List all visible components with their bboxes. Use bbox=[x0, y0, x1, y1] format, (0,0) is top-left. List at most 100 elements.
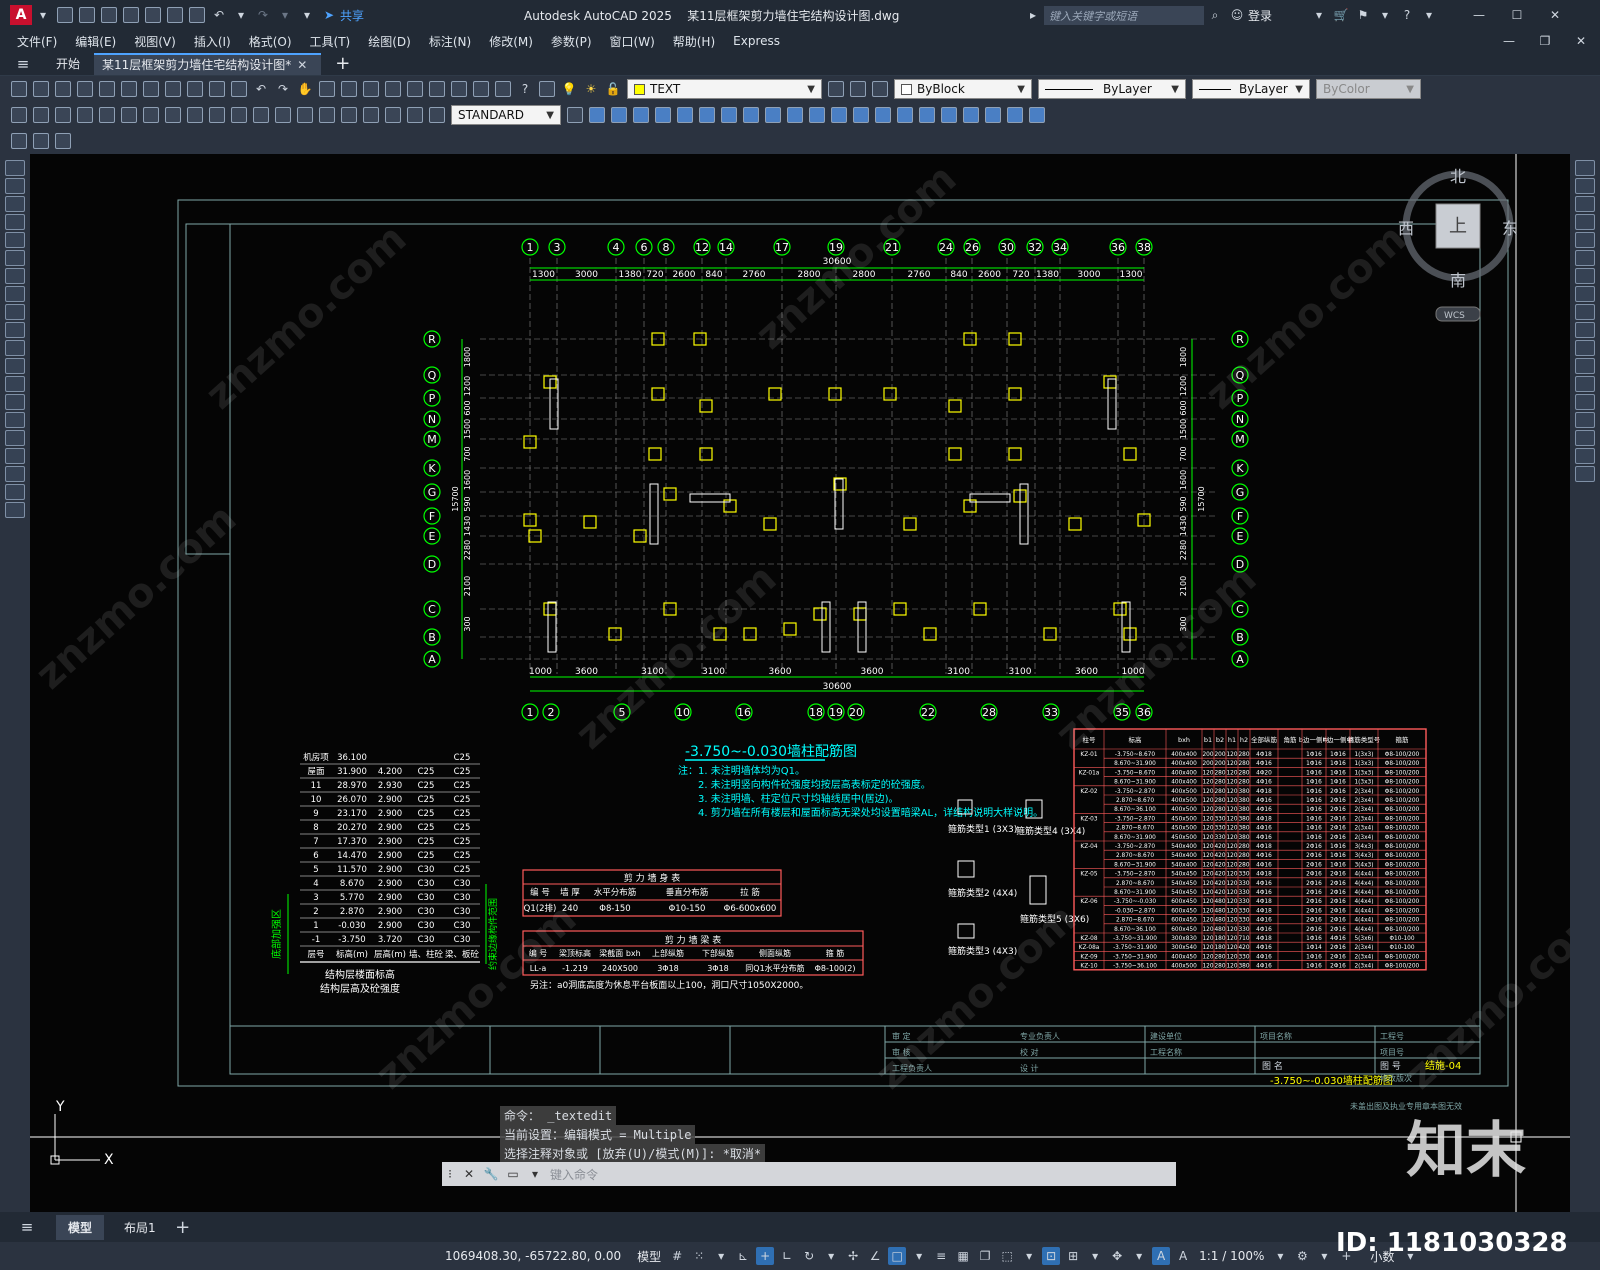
lineweight-control-dropdown[interactable]: ByLayer ▼ bbox=[1192, 79, 1310, 99]
autodesk-a360-icon[interactable]: ⚑ bbox=[1354, 6, 1372, 24]
offset-icon[interactable] bbox=[1575, 214, 1595, 230]
preview-icon[interactable] bbox=[99, 81, 115, 97]
lineweight-display-icon[interactable]: ≡ bbox=[932, 1247, 950, 1265]
copy-icon[interactable] bbox=[165, 81, 181, 97]
menu-insert[interactable]: 插入(I) bbox=[185, 33, 240, 50]
ellipse-arc-icon[interactable] bbox=[5, 340, 25, 356]
dimension-space-icon[interactable] bbox=[253, 107, 269, 123]
menu-express[interactable]: Express bbox=[724, 34, 789, 48]
open-web-icon[interactable] bbox=[145, 7, 161, 23]
search-expand-icon[interactable]: ▸ bbox=[1024, 6, 1042, 24]
infer-constraints-icon[interactable]: ⊾ bbox=[734, 1247, 752, 1265]
diameter-dimension-icon[interactable] bbox=[143, 107, 159, 123]
center-mark-icon[interactable] bbox=[319, 107, 335, 123]
block-insert-icon[interactable] bbox=[11, 133, 27, 149]
snap-dropdown-icon[interactable]: ▾ bbox=[712, 1247, 730, 1265]
color-control-dropdown[interactable]: ByBlock ▼ bbox=[894, 79, 1032, 99]
menu-file[interactable]: 文件(F) bbox=[8, 33, 66, 50]
selection-cycling-icon[interactable]: ❐ bbox=[976, 1247, 994, 1265]
dimension-break-icon[interactable] bbox=[275, 107, 291, 123]
new-icon[interactable] bbox=[57, 7, 73, 23]
stretch-icon[interactable] bbox=[1575, 304, 1595, 320]
mirror-icon[interactable] bbox=[1575, 196, 1595, 212]
table-icon[interactable] bbox=[5, 466, 25, 482]
circle-icon[interactable] bbox=[5, 268, 25, 284]
break-icon[interactable] bbox=[1575, 376, 1595, 392]
linetype-control-dropdown[interactable]: ByLayer ▼ bbox=[1038, 79, 1186, 99]
join-icon[interactable] bbox=[1575, 394, 1595, 410]
pan-icon[interactable]: ✋ bbox=[296, 80, 314, 98]
search-input[interactable]: 键入关键字或短语 bbox=[1044, 5, 1205, 25]
maximize-icon[interactable]: ☐ bbox=[1508, 6, 1526, 24]
layout-menu-icon[interactable]: ≡ bbox=[18, 1218, 36, 1236]
view-sw-iso-icon[interactable] bbox=[721, 107, 737, 123]
object-snap-dropdown-icon[interactable]: ▾ bbox=[910, 1247, 928, 1265]
dimension-edit-icon[interactable] bbox=[385, 107, 401, 123]
cart-icon[interactable]: 🛒 bbox=[1332, 6, 1350, 24]
selection-filter-dropdown-icon[interactable]: ▾ bbox=[1086, 1247, 1104, 1265]
zoom-previous-icon[interactable] bbox=[363, 81, 379, 97]
polyline-icon[interactable] bbox=[5, 196, 25, 212]
share-button[interactable]: 共享 bbox=[340, 7, 364, 24]
save-as-icon[interactable] bbox=[123, 7, 139, 23]
menu-format[interactable]: 格式(O) bbox=[240, 33, 301, 50]
revision-cloud-icon[interactable] bbox=[5, 286, 25, 302]
view-top-icon[interactable] bbox=[589, 107, 605, 123]
transparency-icon[interactable]: ▦ bbox=[954, 1247, 972, 1265]
fillet-icon[interactable] bbox=[1575, 430, 1595, 446]
qnew-icon[interactable] bbox=[11, 81, 27, 97]
jogged-linear-icon[interactable] bbox=[363, 107, 379, 123]
zoom-realtime-icon[interactable] bbox=[319, 81, 335, 97]
view-right-icon[interactable] bbox=[655, 107, 671, 123]
gradient-icon[interactable] bbox=[5, 430, 25, 446]
auto-scale-icon[interactable]: A bbox=[1174, 1247, 1192, 1265]
layer-previous-icon[interactable] bbox=[850, 81, 866, 97]
ucs-object-icon[interactable] bbox=[919, 107, 935, 123]
undo-icon[interactable]: ↶ bbox=[210, 6, 228, 24]
undo-dropdown-icon[interactable]: ▾ bbox=[232, 6, 250, 24]
dimension-text-edit-icon[interactable] bbox=[407, 107, 423, 123]
redo-icon[interactable]: ↷ bbox=[254, 6, 272, 24]
insert-block-icon[interactable] bbox=[5, 358, 25, 374]
move-icon[interactable] bbox=[1575, 250, 1595, 266]
view-bottom-icon[interactable] bbox=[611, 107, 627, 123]
view-front-icon[interactable] bbox=[677, 107, 693, 123]
spline-icon[interactable] bbox=[5, 304, 25, 320]
command-customize-icon[interactable]: 🔧 bbox=[482, 1165, 500, 1183]
ellipse-icon[interactable] bbox=[5, 322, 25, 338]
break-at-point-icon[interactable] bbox=[1575, 358, 1595, 374]
layer-state-icon[interactable] bbox=[872, 81, 888, 97]
close-window-icon[interactable]: ✕ bbox=[1546, 6, 1564, 24]
ucs-view-icon[interactable] bbox=[941, 107, 957, 123]
layer-properties-icon[interactable] bbox=[539, 81, 555, 97]
ucs-world-icon[interactable] bbox=[853, 107, 869, 123]
3d-osnap-dropdown-icon[interactable]: ▾ bbox=[1020, 1247, 1038, 1265]
login-button[interactable]: 登录 bbox=[1248, 7, 1308, 24]
extend-icon[interactable] bbox=[1575, 340, 1595, 356]
polar-dropdown-icon[interactable]: ▾ bbox=[822, 1247, 840, 1265]
selection-filter-icon[interactable]: ⊞ bbox=[1064, 1247, 1082, 1265]
annotation-visibility-icon[interactable]: A bbox=[1152, 1247, 1171, 1265]
login-dropdown-icon[interactable]: ▾ bbox=[1310, 6, 1328, 24]
inspection-icon[interactable] bbox=[341, 107, 357, 123]
zoom-window-icon[interactable] bbox=[341, 81, 357, 97]
line-tool-icon[interactable] bbox=[5, 160, 25, 176]
save-icon[interactable] bbox=[55, 81, 71, 97]
dimension-update-icon[interactable] bbox=[429, 107, 445, 123]
search-icon[interactable]: ⌕ bbox=[1206, 6, 1224, 24]
dynamic-ucs-icon[interactable]: ⊡ bbox=[1042, 1247, 1061, 1265]
point-icon[interactable] bbox=[5, 394, 25, 410]
command-cancel-icon[interactable]: ✕ bbox=[460, 1165, 478, 1183]
plot-icon[interactable] bbox=[189, 7, 205, 23]
redo-icon[interactable]: ↷ bbox=[274, 80, 292, 98]
menu-parametric[interactable]: 参数(P) bbox=[542, 33, 601, 50]
viewcube[interactable] bbox=[1402, 170, 1514, 322]
view-nw-iso-icon[interactable] bbox=[787, 107, 803, 123]
blend-icon[interactable] bbox=[1575, 448, 1595, 464]
ucs-previous-icon[interactable] bbox=[875, 107, 891, 123]
help-dropdown-icon[interactable]: ▾ bbox=[1420, 6, 1438, 24]
plot-icon[interactable] bbox=[77, 81, 93, 97]
add-layout-icon[interactable]: + bbox=[174, 1217, 192, 1238]
explode-icon[interactable] bbox=[1575, 466, 1595, 482]
hamburger-menu-icon[interactable]: ≡ bbox=[14, 55, 32, 73]
